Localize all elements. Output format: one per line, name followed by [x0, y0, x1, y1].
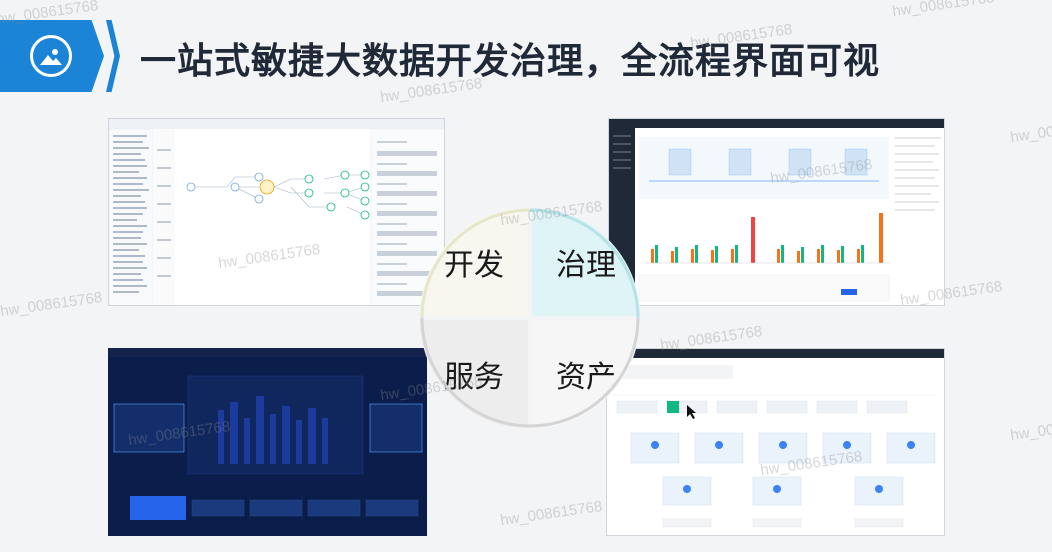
- watermark: hw_008615768: [891, 0, 996, 21]
- screenshot-dev-editor: [108, 118, 445, 306]
- watermark: hw_008615768: [499, 497, 604, 530]
- lifecycle-circle: 开发 治理 服务 资产: [418, 206, 642, 430]
- screenshot-service-bigscreen: [108, 348, 427, 536]
- chevron-right-icon: [106, 20, 120, 92]
- image-icon: [30, 35, 72, 77]
- slide-title: 一站式敏捷大数据开发治理，全流程界面可视: [140, 41, 881, 82]
- watermark: hw_008615768: [0, 288, 104, 321]
- slide-header-badge: [0, 20, 120, 92]
- watermark: hw_008615768: [1009, 114, 1052, 147]
- screenshot-asset-map: [606, 348, 945, 536]
- screenshot-governance-dashboard: [608, 118, 945, 306]
- watermark: hw_008615768: [1009, 412, 1052, 445]
- cycle-arrows-icon: [420, 208, 640, 428]
